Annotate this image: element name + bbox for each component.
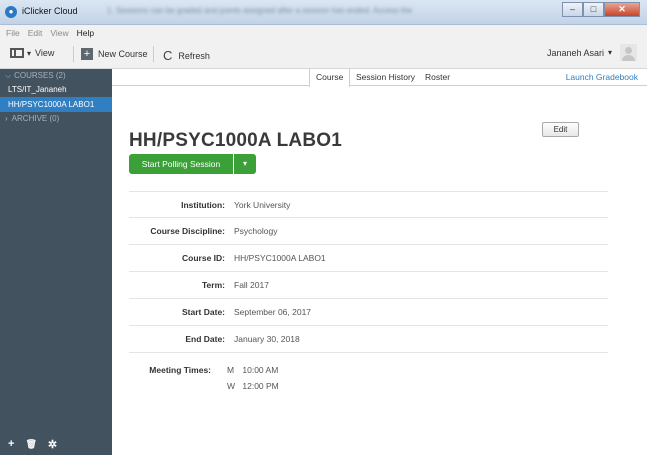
title-bar: ● iClicker Cloud 1. Sessions can be grad… <box>0 0 647 25</box>
meeting-day: W <box>227 381 236 391</box>
detail-row-start-date: Start Date: September 06, 2017 <box>129 299 608 326</box>
archive-header[interactable]: › ARCHIVE (0) <box>0 112 112 125</box>
view-layout-icon <box>10 48 24 58</box>
detail-label: Institution: <box>181 199 225 210</box>
sidebar-item-hh-psyc1000a-labo1[interactable]: HH/PSYC1000A LABO1 <box>0 97 112 112</box>
avatar[interactable] <box>620 44 637 61</box>
detail-value: January 30, 2018 <box>234 334 300 344</box>
window-title: iClicker Cloud <box>22 6 78 16</box>
menu-bar: File Edit View Help <box>0 25 647 41</box>
view-button[interactable]: ▾ View <box>10 48 54 58</box>
refresh-icon: C <box>163 48 173 63</box>
menu-edit[interactable]: Edit <box>28 28 43 38</box>
sidebar-item-label: LTS/IT_Jananeh <box>8 85 67 94</box>
menu-view[interactable]: View <box>50 28 68 38</box>
start-polling-button[interactable]: Start Polling Session <box>129 154 233 174</box>
detail-label: Term: <box>202 280 225 290</box>
detail-label: End Date: <box>185 334 225 344</box>
start-polling-group: Start Polling Session ▾ <box>129 154 256 174</box>
new-course-button[interactable]: + New Course <box>81 48 148 60</box>
toolbar-divider <box>153 46 154 62</box>
detail-value: Fall 2017 <box>234 280 269 290</box>
refresh-label: Refresh <box>178 50 210 61</box>
polling-dropdown-button[interactable]: ▾ <box>234 154 256 174</box>
maximize-button[interactable]: □ <box>583 2 604 17</box>
courses-header[interactable]: ⌵ COURSES (2) <box>0 69 112 82</box>
expand-caret-icon: › <box>5 114 8 123</box>
detail-label: Course Discipline: <box>150 226 225 236</box>
detail-label: Start Date: <box>182 307 225 317</box>
sidebar: ⌵ COURSES (2) LTS/IT_Jananeh HH/PSYC1000… <box>0 69 112 455</box>
courses-header-label: COURSES (2) <box>14 71 66 80</box>
detail-row-end-date: End Date: January 30, 2018 <box>129 326 608 353</box>
detail-row-meeting-times: Meeting Times: M 10:00 AM W 12:00 PM <box>129 353 608 413</box>
detail-value: York University <box>234 199 291 210</box>
meeting-times-list: M 10:00 AM W 12:00 PM <box>227 365 279 397</box>
gear-icon[interactable]: ✲ <box>48 438 57 451</box>
detail-value: HH/PSYC1000A LABO1 <box>234 253 326 263</box>
toolbar-divider <box>73 46 74 62</box>
sidebar-footer: + 🗑 ✲ <box>0 433 112 455</box>
course-tabs: Course Session History Roster Launch Gra… <box>112 69 647 87</box>
view-label: View <box>35 48 55 58</box>
detail-row-course-id: Course ID: HH/PSYC1000A LABO1 <box>129 245 608 272</box>
iclicker-logo-icon: ● <box>5 6 17 18</box>
user-caret-icon: ▾ <box>607 48 612 57</box>
window-controls: ‒ □ ✕ <box>562 2 640 17</box>
add-icon: + <box>81 48 93 60</box>
refresh-button[interactable]: C Refresh <box>163 48 210 63</box>
user-name: Jananeh Asari <box>546 47 604 58</box>
edit-button[interactable]: Edit <box>542 122 579 137</box>
detail-value: September 06, 2017 <box>234 307 312 317</box>
detail-label: Meeting Times: <box>149 365 211 375</box>
meeting-time: W 12:00 PM <box>227 381 279 397</box>
trash-icon[interactable]: 🗑 <box>25 439 36 450</box>
meeting-day: M <box>227 365 235 375</box>
menu-file[interactable]: File <box>6 28 20 38</box>
chevron-down-icon: ▾ <box>242 159 247 168</box>
toolbar: ▾ View + New Course C Refresh Jananeh As… <box>0 41 647 69</box>
meeting-time: M 10:00 AM <box>227 365 279 381</box>
archive-header-label: ARCHIVE (0) <box>11 114 60 123</box>
menu-help[interactable]: Help <box>77 28 94 38</box>
launch-gradebook-link[interactable]: Launch Gradebook <box>566 69 638 85</box>
detail-row-institution: Institution: York University <box>129 191 608 218</box>
tab-roster[interactable]: Roster <box>419 69 456 86</box>
detail-row-term: Term: Fall 2017 <box>129 272 608 299</box>
course-panel: HH/PSYC1000A LABO1 Edit Start Polling Se… <box>112 87 647 455</box>
view-caret-icon: ▾ <box>27 48 32 58</box>
detail-value: Psychology <box>234 226 278 236</box>
minimize-button[interactable]: ‒ <box>562 2 583 17</box>
course-details: Institution: York University Course Disc… <box>129 191 608 413</box>
page-title: HH/PSYC1000A LABO1 <box>129 130 343 151</box>
meeting-time-value: 12:00 PM <box>242 381 279 391</box>
new-course-label: New Course <box>98 49 148 59</box>
tab-course[interactable]: Course <box>309 69 351 87</box>
meeting-time-value: 10:00 AM <box>242 365 279 375</box>
tab-session-history[interactable]: Session History <box>350 69 421 86</box>
detail-row-discipline: Course Discipline: Psychology <box>129 218 608 245</box>
sidebar-item-lts-it-jananeh[interactable]: LTS/IT_Jananeh <box>0 82 112 97</box>
add-course-icon[interactable]: + <box>8 438 14 450</box>
sidebar-item-label: HH/PSYC1000A LABO1 <box>8 100 95 109</box>
blurred-notice: 1. Sessions can be graded and points ass… <box>107 6 413 15</box>
detail-label: Course ID: <box>182 253 225 263</box>
user-menu[interactable]: Jananeh Asari ▾ <box>547 44 637 61</box>
close-button[interactable]: ✕ <box>604 2 640 17</box>
collapse-caret-icon: ⌵ <box>5 70 12 80</box>
